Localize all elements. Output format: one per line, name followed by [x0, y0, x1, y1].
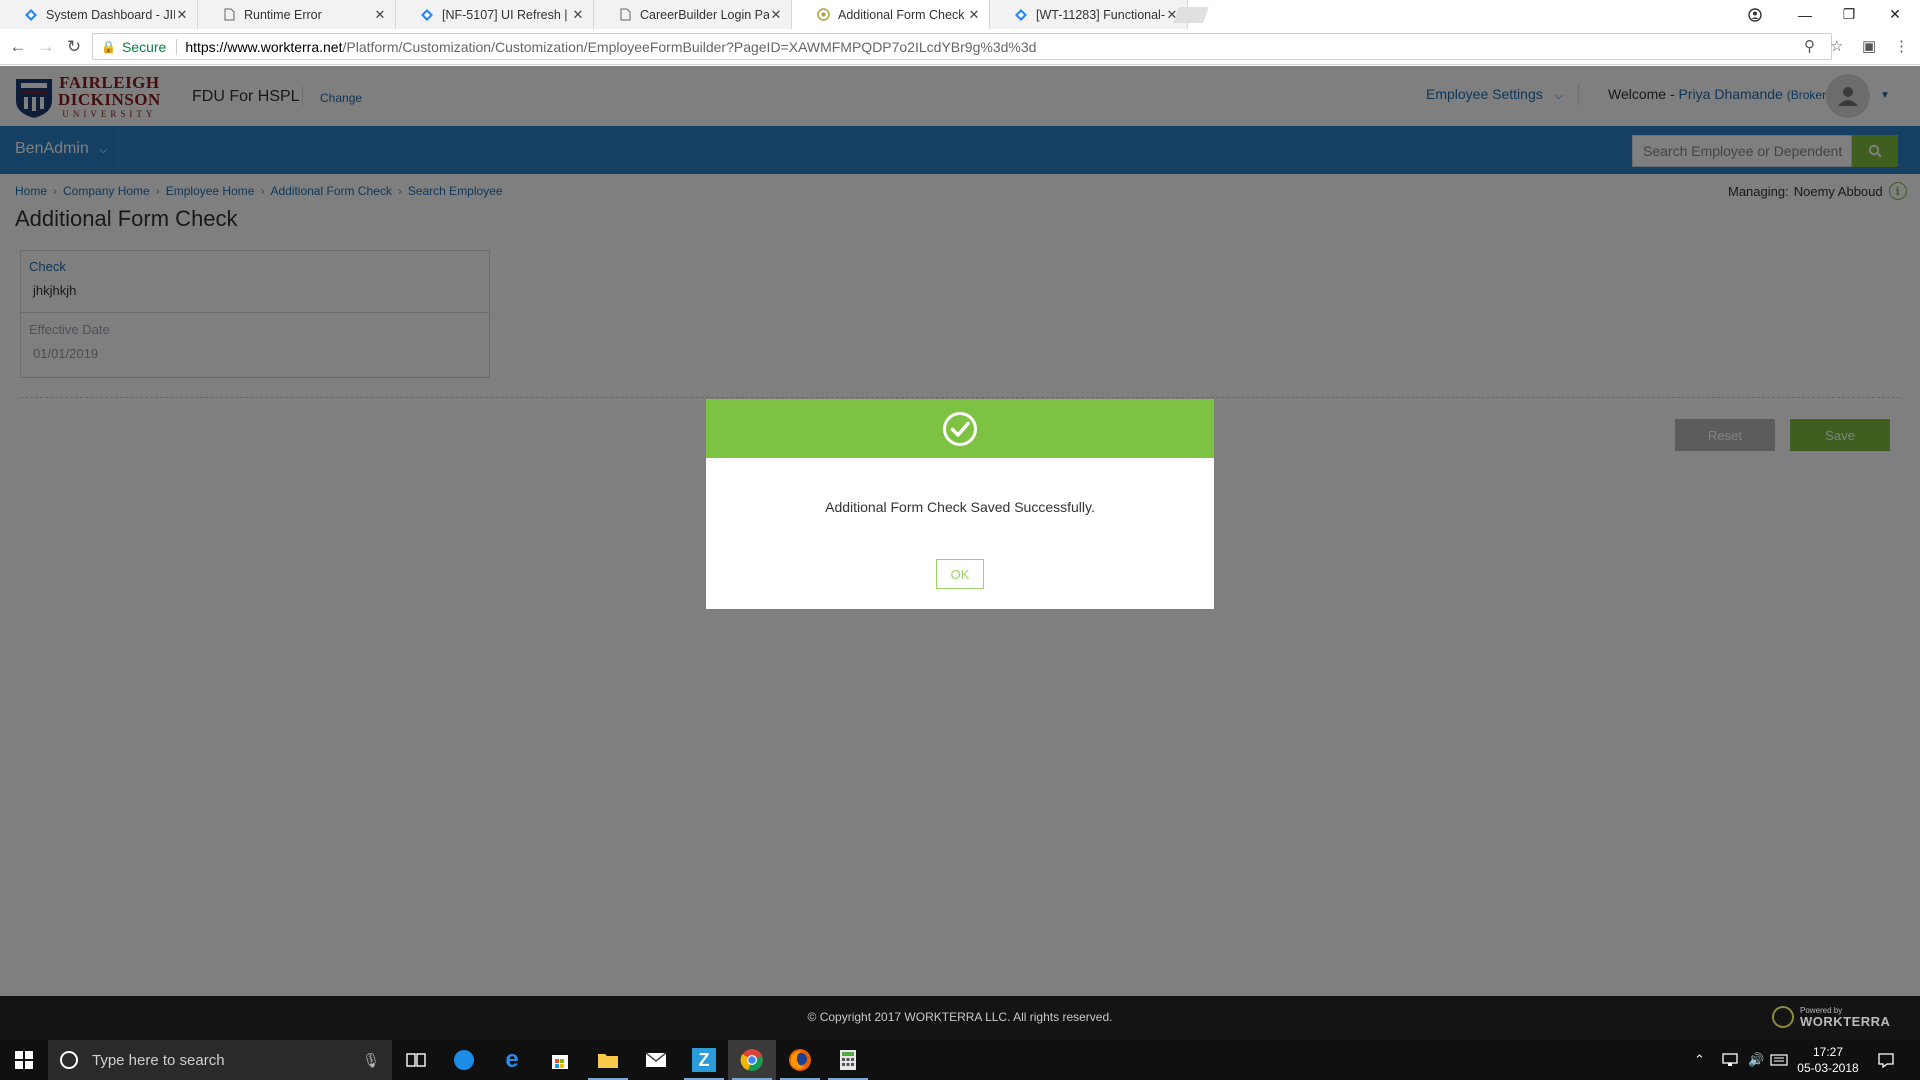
powered-by-brand: WORKTERRA	[1800, 1013, 1891, 1029]
copyright-text: © Copyright 2017 WORKTERRA LLC. All righ…	[807, 1010, 1113, 1024]
url-path: /Platform/Customization/Customization/Em…	[342, 38, 1037, 55]
success-dialog-header	[706, 399, 1214, 458]
close-icon[interactable]: ✕	[769, 7, 783, 23]
browser-tab-careerbuilder[interactable]: CareerBuilder Login Pane ✕	[594, 0, 792, 29]
browser-tab-runtime-error[interactable]: Runtime Error ✕	[198, 0, 396, 29]
cortana-icon	[60, 1051, 78, 1069]
close-icon[interactable]: ✕	[373, 7, 387, 23]
windows-logo-icon	[15, 1051, 33, 1069]
reload-icon[interactable]: ↻	[62, 35, 86, 59]
lock-icon: 🔒	[101, 39, 116, 54]
network-icon[interactable]	[1722, 1040, 1738, 1080]
browser-tab-additional-form-check[interactable]: Additional Form Check ✕	[792, 0, 990, 29]
system-clock[interactable]: 17:27 05-03-2018	[1792, 1044, 1864, 1076]
browser-tab-bar: System Dashboard - JIRA ✕ Runtime Error …	[0, 0, 1920, 29]
jira-icon	[24, 8, 38, 22]
omnibox-separator	[176, 38, 178, 55]
address-bar: ← → ↻ 🔒 Secure https://www.workterra.net…	[0, 29, 1920, 65]
edge-browser-icon[interactable]: e	[488, 1040, 536, 1080]
app-page: FAIRLEIGH DICKINSON UNIVERSITY FDU For H…	[0, 66, 1920, 996]
url-field[interactable]: 🔒 Secure https://www.workterra.net /Plat…	[92, 33, 1832, 60]
chrome-icon[interactable]	[728, 1040, 776, 1080]
browser-tab-wt-11283[interactable]: [WT-11283] Functional-A ✕	[990, 0, 1188, 29]
document-icon	[618, 8, 632, 22]
show-hidden-icons-icon[interactable]: ⌃	[1694, 1040, 1705, 1080]
success-message: Additional Form Check Saved Successfully…	[825, 499, 1095, 515]
document-icon	[222, 8, 236, 22]
clock-time: 17:27	[1812, 1045, 1844, 1059]
tab-title: Runtime Error	[244, 7, 322, 22]
tab-title: [WT-11283] Functional-A	[1036, 7, 1165, 22]
url-host: https://www.workterra.net	[185, 38, 343, 55]
workterra-icon	[816, 8, 830, 22]
close-icon[interactable]: ✕	[571, 7, 585, 23]
mail-icon[interactable]	[632, 1040, 680, 1080]
success-dialog: Additional Form Check Saved Successfully…	[706, 399, 1214, 609]
secure-label: Secure	[121, 38, 167, 55]
windows-taskbar: Type here to search 🎙 e Z ⌃ 🔊 17:27 05-0…	[0, 1040, 1920, 1080]
taskbar-search-box[interactable]: Type here to search 🎙	[48, 1040, 392, 1080]
notifications-icon[interactable]	[1878, 1040, 1894, 1080]
tab-title: [NF-5107] UI Refresh | En	[442, 7, 571, 22]
ok-button[interactable]: OK	[936, 559, 984, 589]
extension-icon[interactable]: ▣	[1862, 37, 1876, 55]
volume-icon[interactable]: 🔊	[1748, 1040, 1764, 1080]
forward-arrow-icon[interactable]: →	[34, 35, 58, 59]
close-icon[interactable]: ✕	[967, 7, 981, 23]
page-footer: © Copyright 2017 WORKTERRA LLC. All righ…	[0, 996, 1920, 1040]
windows-start-button[interactable]	[0, 1040, 48, 1080]
tab-title: Additional Form Check	[838, 7, 965, 22]
safari-compass-icon[interactable]	[440, 1040, 488, 1080]
keyboard-icon[interactable]	[1770, 1040, 1788, 1080]
workterra-logo-icon	[1772, 1006, 1794, 1028]
calculator-icon[interactable]	[824, 1040, 872, 1080]
checkmark-circle-icon	[943, 411, 977, 446]
z-app-icon[interactable]: Z	[680, 1040, 728, 1080]
back-arrow-icon[interactable]: ←	[6, 35, 30, 59]
browser-tab-nf-5107[interactable]: [NF-5107] UI Refresh | En ✕	[396, 0, 594, 29]
new-tab-button[interactable]	[1173, 7, 1209, 23]
restore-icon[interactable]: ❐	[1826, 0, 1872, 29]
task-view-icon[interactable]	[392, 1040, 440, 1080]
tab-title: System Dashboard - JIRA	[46, 7, 175, 22]
store-icon[interactable]	[536, 1040, 584, 1080]
window-close-icon[interactable]: ✕	[1872, 0, 1918, 29]
tab-title: CareerBuilder Login Pane	[640, 7, 769, 22]
close-icon[interactable]: ✕	[175, 7, 189, 23]
star-icon[interactable]: ☆	[1830, 37, 1843, 55]
minimize-icon[interactable]: —	[1782, 0, 1828, 29]
file-explorer-icon[interactable]	[584, 1040, 632, 1080]
profile-icon[interactable]	[1732, 0, 1778, 29]
jira-icon	[1014, 8, 1028, 22]
microphone-icon[interactable]: 🎙	[362, 1052, 380, 1069]
location-pin-icon[interactable]: ⚲	[1804, 37, 1815, 55]
browser-tab-jira-dashboard[interactable]: System Dashboard - JIRA ✕	[0, 0, 198, 29]
clock-date: 05-03-2018	[1797, 1061, 1859, 1075]
jira-icon	[420, 8, 434, 22]
taskbar-search-placeholder: Type here to search	[92, 1051, 225, 1069]
menu-dots-icon[interactable]: ⋮	[1894, 37, 1909, 55]
firefox-icon[interactable]	[776, 1040, 824, 1080]
powered-by-logo: Powered by WORKTERRA	[1772, 1006, 1890, 1028]
